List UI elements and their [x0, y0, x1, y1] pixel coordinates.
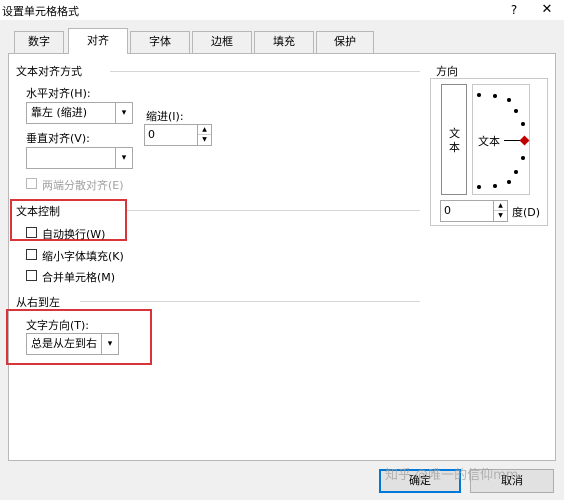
- watermark: 知乎 @唯一的信仰mm: [385, 468, 519, 483]
- chevron-down-icon[interactable]: ▾: [101, 334, 118, 354]
- indent-label: 缩进(I):: [146, 110, 184, 123]
- spin-up-icon[interactable]: ▲: [198, 125, 211, 135]
- degree-dot: [521, 122, 525, 126]
- indent-value: 0: [148, 128, 155, 141]
- vertical-align-select[interactable]: ▾: [26, 147, 133, 169]
- merge-cells-checkbox[interactable]: [26, 270, 37, 281]
- degree-dot: [493, 94, 497, 98]
- degree-dot: [493, 184, 497, 188]
- degree-spin-buttons: ▲ ▼: [493, 201, 507, 221]
- degree-dot: [507, 180, 511, 184]
- vertical-text-button[interactable]: 文本: [441, 84, 467, 195]
- divider: [110, 71, 420, 72]
- degree-dot: [477, 93, 481, 97]
- chevron-down-icon[interactable]: ▾: [115, 103, 132, 123]
- horizontal-align-value: 靠左 (缩进): [31, 106, 88, 119]
- orientation-handle-icon[interactable]: [519, 135, 530, 146]
- divider: [80, 301, 420, 302]
- horizontal-text-label: 文本: [478, 135, 500, 148]
- orientation-dial[interactable]: 文本: [472, 84, 530, 195]
- wrap-text-checkbox[interactable]: [26, 227, 37, 238]
- divider: [126, 210, 420, 211]
- horizontal-align-label: 水平对齐(H):: [26, 87, 91, 100]
- text-direction-select[interactable]: 总是从左到右 ▾: [26, 333, 119, 355]
- spin-down-icon[interactable]: ▼: [198, 135, 211, 145]
- degree-dot: [477, 185, 481, 189]
- vertical-text-label: 文本: [449, 127, 460, 154]
- section-title-text-alignment: 文本对齐方式: [16, 65, 82, 78]
- degree-dot: [521, 156, 525, 160]
- indent-spin-buttons: ▲ ▼: [197, 125, 211, 145]
- degree-dot: [514, 109, 518, 113]
- indent-spinner[interactable]: 0 ▲ ▼: [144, 124, 212, 146]
- distributed-checkbox[interactable]: [26, 178, 37, 189]
- shrink-to-fit-checkbox[interactable]: [26, 249, 37, 260]
- merge-cells-label: 合并单元格(M): [42, 271, 116, 284]
- text-direction-value: 总是从左到右: [31, 337, 97, 350]
- degree-value: 0: [444, 204, 451, 217]
- degree-label: 度(D): [512, 206, 541, 219]
- section-title-orientation: 方向: [436, 65, 458, 78]
- degree-dot: [514, 170, 518, 174]
- distributed-label: 两端分散对齐(E): [42, 179, 124, 192]
- section-title-rtl: 从右到左: [16, 296, 60, 309]
- wrap-text-label: 自动换行(W): [42, 228, 106, 241]
- spin-down-icon[interactable]: ▼: [494, 211, 507, 221]
- shrink-to-fit-label: 缩小字体填充(K): [42, 250, 124, 263]
- degree-dot: [507, 98, 511, 102]
- spin-up-icon[interactable]: ▲: [494, 201, 507, 211]
- text-direction-label: 文字方向(T):: [26, 319, 90, 332]
- vertical-align-label: 垂直对齐(V):: [26, 132, 90, 145]
- degree-spinner[interactable]: 0 ▲ ▼: [440, 200, 508, 222]
- panel-content: 文本对齐方式 水平对齐(H): 靠左 (缩进) ▾ 缩进(I): 0 ▲ ▼ 垂…: [0, 0, 564, 500]
- chevron-down-icon[interactable]: ▾: [115, 148, 132, 168]
- horizontal-align-select[interactable]: 靠左 (缩进) ▾: [26, 102, 133, 124]
